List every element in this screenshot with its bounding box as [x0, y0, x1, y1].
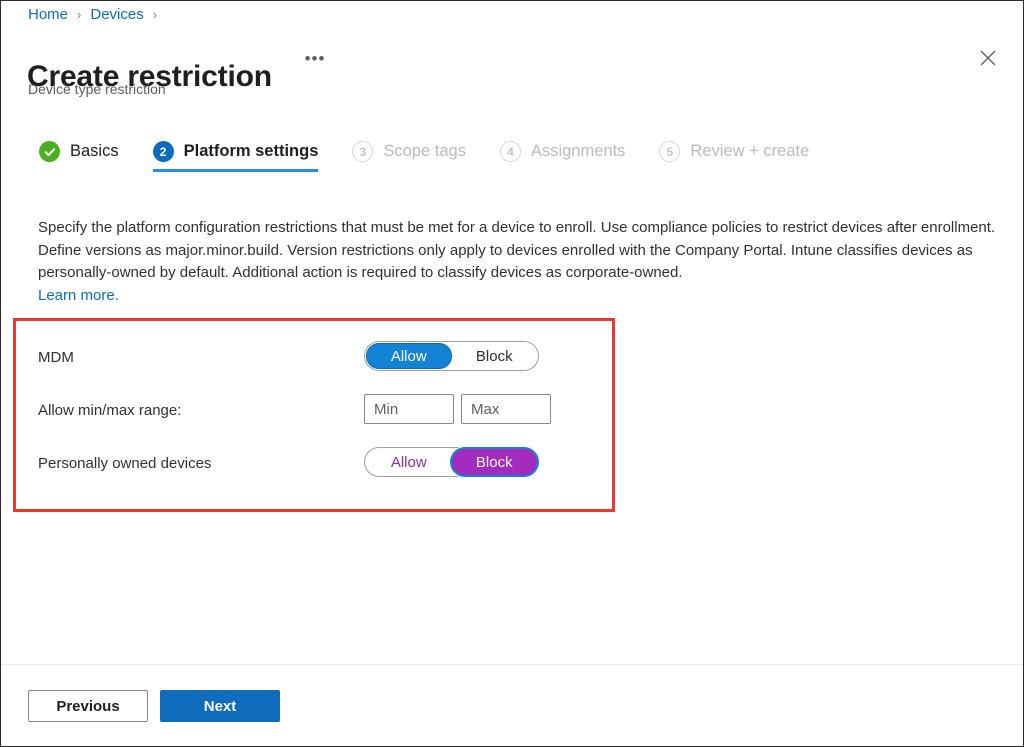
personally-owned-devices-toggle[interactable]: Allow Block [364, 447, 539, 477]
description-body: Specify the platform configuration restr… [38, 219, 996, 281]
mdm-option-block[interactable]: Block [452, 343, 538, 369]
wizard-step-label: Review + create [690, 142, 810, 160]
breadcrumb-item-home[interactable]: Home [28, 5, 68, 25]
check-circle-icon [39, 141, 60, 162]
min-max-range-control [364, 394, 551, 424]
page-subtitle: Device type restriction [28, 81, 166, 97]
wizard-steps: Basics 2 Platform settings 3 Scope tags … [39, 141, 843, 172]
chevron-right-icon: › [77, 7, 82, 22]
min-version-input[interactable] [364, 394, 454, 424]
wizard-step-label: Scope tags [383, 142, 466, 160]
create-restriction-blade: Home › Devices › Create restriction ••• … [0, 0, 1024, 747]
max-version-input[interactable] [461, 394, 551, 424]
mdm-control: Allow Block [364, 341, 539, 371]
range-inputs [364, 394, 551, 424]
setting-row-min-max-range: Allow min/max range: [38, 394, 578, 447]
step-number-badge: 3 [352, 141, 374, 162]
footer-divider [1, 664, 1023, 665]
wizard-step-label: Basics [70, 142, 119, 160]
mdm-option-allow[interactable]: Allow [366, 343, 452, 369]
breadcrumb: Home › Devices › [28, 5, 157, 25]
wizard-step-basics[interactable]: Basics [39, 141, 119, 172]
personally-owned-option-block[interactable]: Block [451, 449, 537, 475]
wizard-step-scope-tags[interactable]: 3 Scope tags [352, 141, 466, 172]
more-actions-icon[interactable]: ••• [301, 46, 329, 72]
learn-more-link[interactable]: Learn more. [38, 287, 119, 304]
setting-row-personally-owned-devices: Personally owned devices Allow Block [38, 447, 578, 500]
wizard-step-platform-settings[interactable]: 2 Platform settings [152, 141, 319, 172]
min-max-range-label: Allow min/max range: [38, 402, 182, 419]
close-icon[interactable] [971, 41, 1005, 75]
wizard-step-label: Assignments [530, 142, 626, 160]
setting-row-mdm: MDM Allow Block [38, 341, 578, 394]
personally-owned-option-allow[interactable]: Allow [366, 449, 452, 475]
description-text: Specify the platform configuration restr… [38, 217, 1013, 307]
mdm-label: MDM [38, 349, 74, 366]
wizard-footer: Previous Next [28, 690, 280, 722]
personally-owned-devices-label: Personally owned devices [38, 455, 212, 472]
breadcrumb-item-devices[interactable]: Devices [90, 5, 143, 25]
step-number-badge: 5 [659, 141, 681, 162]
chevron-right-icon: › [152, 7, 158, 22]
personally-owned-devices-control: Allow Block [364, 447, 539, 477]
mdm-toggle[interactable]: Allow Block [364, 341, 539, 371]
platform-settings-form: MDM Allow Block Allow min/max range: Per… [38, 341, 578, 500]
wizard-step-assignments[interactable]: 4 Assignments [499, 141, 626, 172]
step-number-badge: 4 [499, 141, 521, 162]
wizard-step-label: Platform settings [183, 142, 319, 160]
previous-button[interactable]: Previous [28, 690, 148, 722]
step-number-badge: 2 [152, 141, 174, 162]
wizard-step-review-create[interactable]: 5 Review + create [659, 141, 809, 172]
next-button[interactable]: Next [160, 690, 280, 722]
